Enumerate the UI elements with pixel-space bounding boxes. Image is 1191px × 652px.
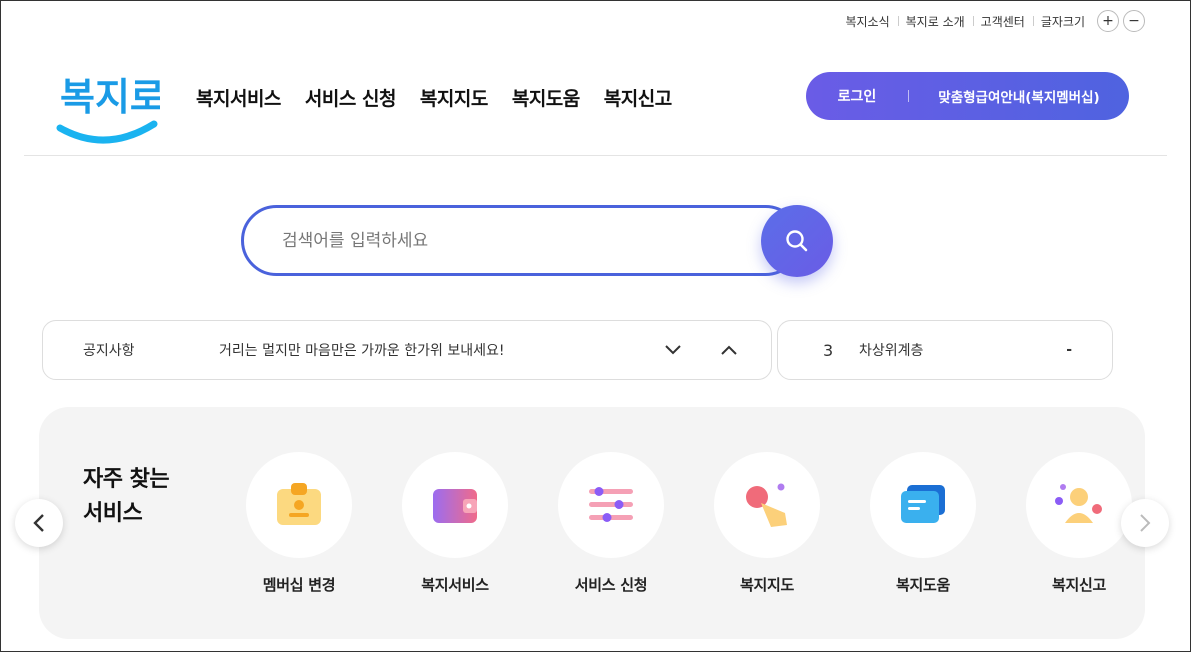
- logo-text: 복지로: [60, 75, 160, 119]
- main-nav: 복지서비스 서비스 신청 복지지도 복지도움 복지신고: [196, 84, 672, 111]
- service-label: 복지서비스: [421, 576, 489, 594]
- wallet-icon: [433, 489, 477, 523]
- util-link-about[interactable]: 복지로 소개: [897, 13, 973, 30]
- person-icon: [1055, 484, 1102, 523]
- notice-bar: 공지사항 거리는 멀지만 마음만은 가까운 한가위 보내세요!: [42, 320, 772, 380]
- carousel-next-button[interactable]: [1121, 499, 1169, 547]
- keyword-change: -: [1066, 342, 1072, 358]
- notice-prev-button[interactable]: [715, 336, 743, 364]
- map-pointer-icon: [746, 483, 787, 527]
- popular-keyword-bar[interactable]: 3 차상위계층 -: [777, 320, 1113, 380]
- nav-welfare-help[interactable]: 복지도움: [512, 84, 580, 111]
- login-button[interactable]: 로그인: [806, 86, 908, 106]
- frequent-services-title: 자주 찾는 서비스: [83, 463, 170, 531]
- auth-pill: 로그인 맞춤형급여안내(복지멤버십): [806, 72, 1129, 120]
- search-area: [241, 205, 833, 277]
- carousel-prev-button[interactable]: [15, 499, 63, 547]
- chevron-right-icon: [1140, 514, 1151, 532]
- search-input[interactable]: [282, 230, 702, 251]
- utility-bar: 복지소식 복지로 소개 고객센터 글자크기 + −: [837, 10, 1145, 32]
- service-icon-circle: [1026, 452, 1132, 558]
- font-increase-button[interactable]: +: [1097, 10, 1119, 32]
- search-button[interactable]: [761, 205, 833, 277]
- title-line-1: 자주 찾는: [83, 467, 170, 492]
- util-font-size-label: 글자크기: [1032, 13, 1093, 30]
- chevron-left-icon: [33, 514, 44, 532]
- site-logo[interactable]: 복지로: [56, 62, 165, 152]
- service-label: 서비스 신청: [574, 576, 648, 594]
- nav-service-apply[interactable]: 서비스 신청: [305, 84, 397, 111]
- service-list: 멤버십 변경 복지서비스 서비스 신청 복지지도 복지도움 복지신고: [221, 452, 1157, 595]
- notice-text[interactable]: 거리는 멀지만 마음만은 가까운 한가위 보내세요!: [219, 340, 659, 360]
- search-box: [241, 205, 801, 276]
- chevron-up-icon: [721, 345, 737, 355]
- service-label: 복지도움: [895, 576, 950, 594]
- header-divider: [24, 155, 1167, 156]
- frequent-services-panel: 자주 찾는 서비스 멤버십 변경 복지서비스 서비스 신청 복지지도 복지도움 …: [39, 407, 1145, 639]
- util-link-customer-center[interactable]: 고객센터: [972, 13, 1033, 30]
- service-icon-circle: [558, 452, 664, 558]
- notice-next-button[interactable]: [659, 336, 687, 364]
- keyword-rank: 3: [823, 340, 834, 360]
- service-membership-change[interactable]: 멤버십 변경: [221, 452, 377, 595]
- service-icon-circle: [714, 452, 820, 558]
- service-apply[interactable]: 서비스 신청: [533, 452, 689, 595]
- service-icon-circle: [246, 452, 352, 558]
- nav-welfare-map[interactable]: 복지지도: [420, 84, 488, 111]
- util-link-news[interactable]: 복지소식: [837, 13, 897, 30]
- title-line-2: 서비스: [83, 501, 143, 526]
- membership-card-icon: [277, 483, 321, 525]
- service-welfare-map[interactable]: 복지지도: [689, 452, 845, 595]
- service-icon-circle: [870, 452, 976, 558]
- search-icon: [786, 230, 808, 252]
- service-label: 복지지도: [739, 576, 794, 594]
- font-decrease-button[interactable]: −: [1123, 10, 1145, 32]
- keyword-text[interactable]: 차상위계층: [859, 340, 1066, 360]
- chat-icon: [901, 485, 945, 523]
- service-icon-circle: [402, 452, 508, 558]
- service-welfare-help[interactable]: 복지도움: [845, 452, 1001, 595]
- sliders-icon: [589, 487, 633, 522]
- notice-label: 공지사항: [83, 343, 135, 359]
- service-welfare[interactable]: 복지서비스: [377, 452, 533, 595]
- nav-welfare-service[interactable]: 복지서비스: [196, 84, 281, 111]
- membership-button[interactable]: 맞춤형급여안내(복지멤버십): [909, 86, 1129, 106]
- nav-welfare-report[interactable]: 복지신고: [604, 84, 672, 111]
- service-label: 멤버십 변경: [262, 576, 336, 594]
- service-label: 복지신고: [1051, 576, 1106, 594]
- chevron-down-icon: [665, 345, 681, 355]
